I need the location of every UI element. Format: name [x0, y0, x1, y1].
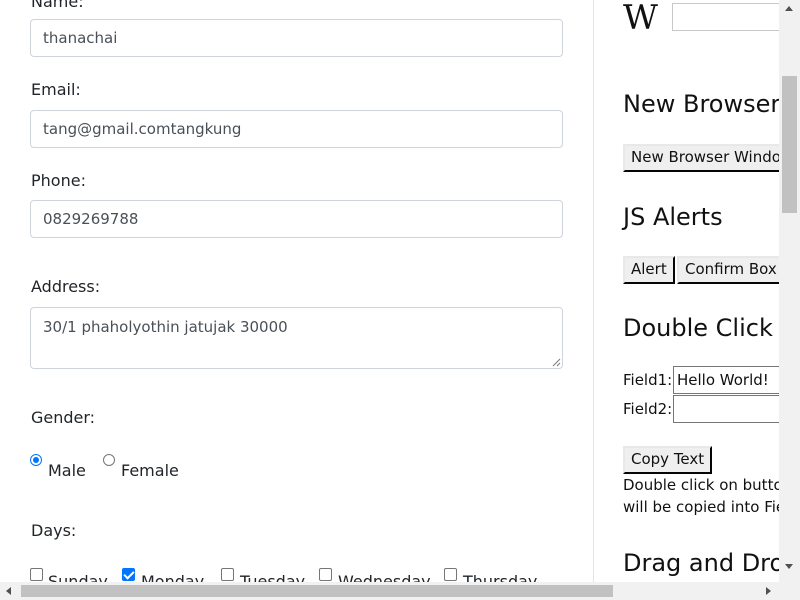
name-input[interactable]: thanachai: [30, 19, 563, 57]
alert-button[interactable]: Alert: [623, 256, 675, 284]
address-value: 30/1 phaholyothin jatujak 30000: [43, 318, 288, 336]
day-sunday-label: Sunday: [48, 572, 108, 582]
phone-input[interactable]: 0829269788: [30, 200, 563, 238]
gender-male-label: Male: [48, 461, 86, 480]
email-input[interactable]: tang@gmail.comtangkung: [30, 110, 563, 148]
copy-text-button[interactable]: Copy Text: [623, 446, 713, 474]
new-browser-window-button[interactable]: New Browser Window: [623, 144, 779, 172]
scroll-right-icon[interactable]: [766, 587, 771, 595]
day-tuesday-checkbox[interactable]: [221, 568, 234, 581]
double-click-desc-line1: Double click on button, the text from Fi…: [623, 476, 779, 494]
js-alerts-heading: JS Alerts: [623, 203, 723, 231]
gender-female-label: Female: [121, 461, 179, 480]
double-click-heading: Double Click: [623, 314, 773, 342]
day-monday-checkbox[interactable]: [122, 568, 135, 581]
drag-and-drop-heading: Drag and Drop: [623, 549, 779, 577]
wikipedia-search-input[interactable]: [672, 3, 779, 31]
scroll-down-icon[interactable]: [785, 564, 793, 569]
horizontal-scrollbar[interactable]: [0, 582, 800, 600]
day-sunday-checkbox[interactable]: [30, 568, 43, 581]
field1-input[interactable]: Hello World!: [673, 366, 779, 394]
day-thursday-checkbox[interactable]: [444, 568, 457, 581]
gender-label: Gender:: [31, 408, 96, 427]
vertical-scroll-thumb[interactable]: [782, 76, 797, 213]
gender-female-radio[interactable]: [103, 454, 115, 466]
confirm-box-button[interactable]: Confirm Box: [677, 256, 779, 284]
double-click-desc-line2: will be copied into Field2.: [623, 498, 779, 516]
horizontal-scroll-thumb[interactable]: [21, 585, 613, 597]
field2-label: Field2:: [623, 400, 673, 418]
wikipedia-logo-icon: W: [623, 0, 658, 38]
address-label: Address:: [31, 277, 101, 296]
form-panel: Name: thanachai Email: tang@gmail.comtan…: [0, 0, 593, 582]
day-wednesday-checkbox[interactable]: [319, 568, 332, 581]
day-monday-label: Monday: [141, 572, 205, 582]
sidebar-panel: W New Browser Window New Browser Window …: [594, 0, 779, 582]
vertical-scrollbar[interactable]: [779, 0, 800, 582]
gender-male-radio[interactable]: [30, 454, 42, 466]
scroll-up-icon[interactable]: [785, 6, 793, 11]
new-window-heading: New Browser Window: [623, 90, 779, 118]
resize-grip-icon[interactable]: [551, 357, 561, 367]
field1-label: Field1:: [623, 371, 673, 389]
field2-input[interactable]: [673, 395, 779, 423]
day-wednesday-label: Wednesday: [338, 572, 431, 582]
scroll-left-icon[interactable]: [6, 587, 11, 595]
phone-label: Phone:: [31, 171, 86, 190]
address-textarea[interactable]: 30/1 phaholyothin jatujak 30000: [30, 307, 563, 369]
days-label: Days:: [31, 521, 77, 540]
name-label: Name:: [31, 0, 84, 11]
email-label: Email:: [31, 80, 81, 99]
day-tuesday-label: Tuesday: [240, 572, 306, 582]
day-thursday-label: Thursday: [463, 572, 538, 582]
